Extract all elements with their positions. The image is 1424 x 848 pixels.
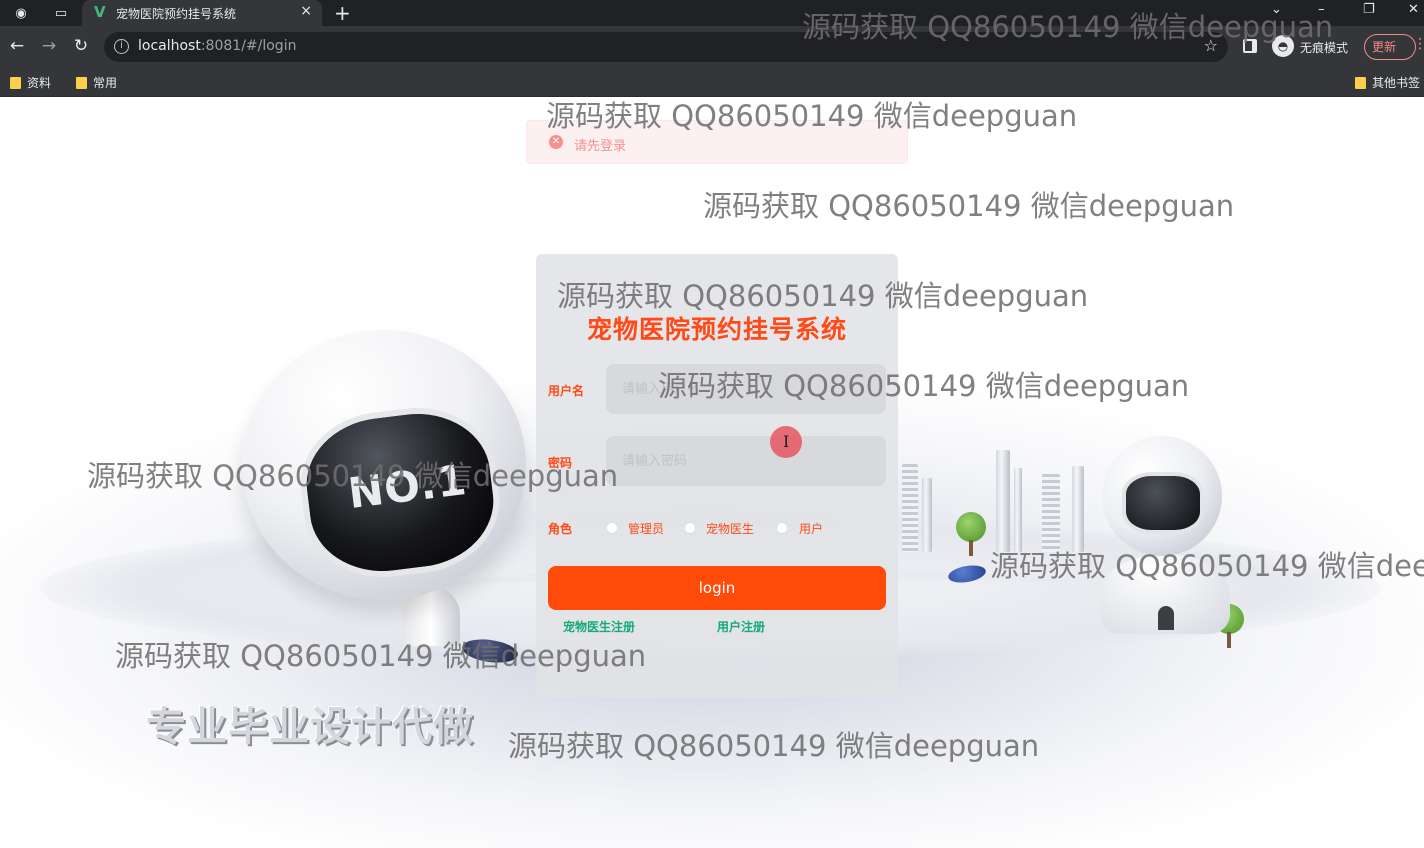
site-info-icon[interactable]: i <box>114 39 129 54</box>
user-register-link[interactable]: 用户注册 <box>717 618 765 635</box>
tab-search-icon[interactable]: ⌄ <box>1271 2 1282 17</box>
bookmark-star-icon[interactable]: ☆ <box>1204 36 1218 55</box>
forward-arrow-icon[interactable]: → <box>38 35 60 57</box>
folder-icon <box>10 76 21 89</box>
login-button[interactable]: login <box>548 566 886 610</box>
bookmark-folder[interactable]: 常用 <box>76 74 117 91</box>
side-panel-icon[interactable] <box>1243 39 1257 53</box>
username-input[interactable] <box>606 364 886 414</box>
login-page: NO.1 专业毕业设计代做 ✕ 请先登录 宠物医院预约挂号系统 用户名 密码 角… <box>0 98 1424 848</box>
browser-tab-active[interactable]: V 宠物医院预约挂号系统 × <box>82 0 322 26</box>
small-robot-door <box>1158 606 1174 630</box>
incognito-icon[interactable]: ◓ <box>1272 35 1294 57</box>
promo-text: 专业毕业设计代做 <box>146 704 474 750</box>
error-message-toast: ✕ 请先登录 <box>526 120 908 164</box>
building <box>1042 474 1060 552</box>
vue-logo-icon: V <box>94 3 106 21</box>
robot-illustration: NO.1 <box>230 330 530 646</box>
username-label: 用户名 <box>548 384 585 398</box>
building <box>922 478 932 552</box>
role-radio-user[interactable] <box>776 522 788 534</box>
globe-icon[interactable]: ◉ <box>12 4 30 22</box>
building <box>902 464 918 552</box>
building <box>1014 468 1022 552</box>
folder-icon <box>76 76 87 89</box>
minimize-icon[interactable]: – <box>1318 2 1325 17</box>
password-input[interactable] <box>606 436 886 486</box>
text-cursor-icon: I <box>783 432 790 451</box>
address-url: localhost:8081/#/login <box>138 38 297 54</box>
doctor-register-link[interactable]: 宠物医生注册 <box>563 618 635 635</box>
tab-close-button[interactable]: × <box>300 3 312 19</box>
incognito-label[interactable]: 无痕模式 <box>1300 39 1348 56</box>
small-robot-visor <box>1122 472 1204 534</box>
role-radio-admin[interactable] <box>606 522 618 534</box>
browser-tab-strip: ◉ ▭ V 宠物医院预约挂号系统 × + ⌄ – ❐ ✕ <box>0 0 1424 26</box>
tree-trunk <box>969 540 973 556</box>
login-form: 宠物医院预约挂号系统 用户名 密码 角色 管理员 宠物医生 用户 login 宠… <box>536 254 898 698</box>
role-radio-group: 角色 管理员 宠物医生 用户 <box>548 518 888 538</box>
restore-icon[interactable]: ❐ <box>1363 2 1375 17</box>
role-option-label[interactable]: 宠物医生 <box>706 520 754 537</box>
bookmarks-bar: 资料 常用 其他书签 <box>0 68 1424 97</box>
update-button[interactable]: 更新 <box>1364 34 1416 60</box>
tab-overview-icon[interactable]: ▭ <box>52 4 70 22</box>
building <box>996 450 1010 552</box>
browser-toolbar: ← → ↻ i localhost:8081/#/login ☆ ◓ 无痕模式 … <box>0 26 1424 68</box>
small-robot-illustration <box>1090 436 1240 636</box>
toast-message: 请先登录 <box>574 139 627 154</box>
building <box>1072 466 1084 552</box>
role-radio-doctor[interactable] <box>684 522 696 534</box>
folder-icon <box>1355 76 1366 89</box>
close-window-icon[interactable]: ✕ <box>1408 2 1419 17</box>
tree <box>956 512 986 542</box>
other-bookmarks-folder[interactable]: 其他书签 <box>1355 74 1420 91</box>
menu-dots-icon[interactable]: ⋮ <box>1413 36 1424 52</box>
bookmark-folder[interactable]: 资料 <box>10 74 51 91</box>
role-option-label[interactable]: 管理员 <box>628 520 664 537</box>
address-bar[interactable]: i localhost:8081/#/login ☆ <box>104 32 1228 62</box>
reload-icon[interactable]: ↻ <box>70 35 92 57</box>
back-arrow-icon[interactable]: ← <box>6 35 28 57</box>
role-option-label[interactable]: 用户 <box>799 520 823 537</box>
page-title: 宠物医院预约挂号系统 <box>586 315 847 344</box>
tab-title: 宠物医院预约挂号系统 <box>116 7 237 21</box>
role-label: 角色 <box>548 522 573 536</box>
error-circle-icon: ✕ <box>549 135 563 149</box>
new-tab-button[interactable]: + <box>334 1 351 25</box>
password-label: 密码 <box>548 456 573 470</box>
